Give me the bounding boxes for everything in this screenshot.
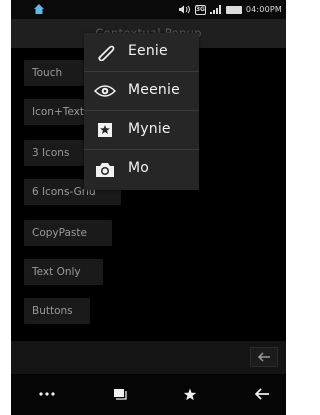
- popup-item-meenie[interactable]: Meenie: [84, 72, 199, 110]
- text-only-button[interactable]: Text Only: [24, 259, 103, 285]
- back-arrow-icon: [254, 388, 269, 400]
- three-icons-button[interactable]: 3 Icons: [24, 140, 84, 166]
- nav-windows-button[interactable]: [108, 384, 132, 404]
- back-arrow-icon: [257, 352, 270, 362]
- star-bookmark-icon: [94, 121, 116, 139]
- popup-item-mynie[interactable]: Mynie: [84, 111, 199, 149]
- camera-icon: [94, 160, 116, 178]
- windows-icon: [114, 389, 127, 400]
- status-bar: 3G 04:00PM: [11, 0, 286, 19]
- home-icon: [34, 4, 44, 14]
- touch-button[interactable]: Touch: [24, 60, 84, 86]
- copypaste-button[interactable]: CopyPaste: [24, 220, 112, 246]
- contextual-popup: Eenie Meenie Mynie Mo: [84, 33, 199, 190]
- buttons-button[interactable]: Buttons: [24, 298, 90, 324]
- popup-item-label: Meenie: [128, 82, 180, 98]
- nav-more-button[interactable]: [35, 384, 59, 404]
- paperclip-icon: [94, 43, 116, 61]
- action-back-button[interactable]: [250, 347, 278, 367]
- popup-item-eenie[interactable]: Eenie: [84, 33, 199, 71]
- eye-icon: [94, 82, 116, 100]
- status-icons: 3G 04:00PM: [178, 4, 282, 15]
- star-icon: [183, 388, 197, 400]
- status-time: 04:00PM: [245, 5, 282, 14]
- more-icon: [39, 392, 55, 396]
- popup-item-label: Mynie: [128, 121, 171, 137]
- popup-item-label: Eenie: [128, 43, 168, 59]
- popup-item-mo[interactable]: Mo: [84, 150, 199, 188]
- volume-icon: [178, 5, 190, 14]
- battery-icon: [225, 5, 242, 14]
- icon-text-button[interactable]: Icon+Text: [24, 99, 84, 125]
- nav-star-button[interactable]: [178, 384, 202, 404]
- signal-icon: [209, 5, 221, 14]
- action-bar: [11, 341, 286, 374]
- network-3g-icon: 3G: [194, 4, 206, 15]
- popup-item-label: Mo: [128, 160, 150, 176]
- device-screen: 3G 04:00PM Contextual Popup Touch Icon+T…: [11, 0, 286, 415]
- navigation-bar: [11, 374, 286, 415]
- nav-back-button[interactable]: [250, 384, 274, 404]
